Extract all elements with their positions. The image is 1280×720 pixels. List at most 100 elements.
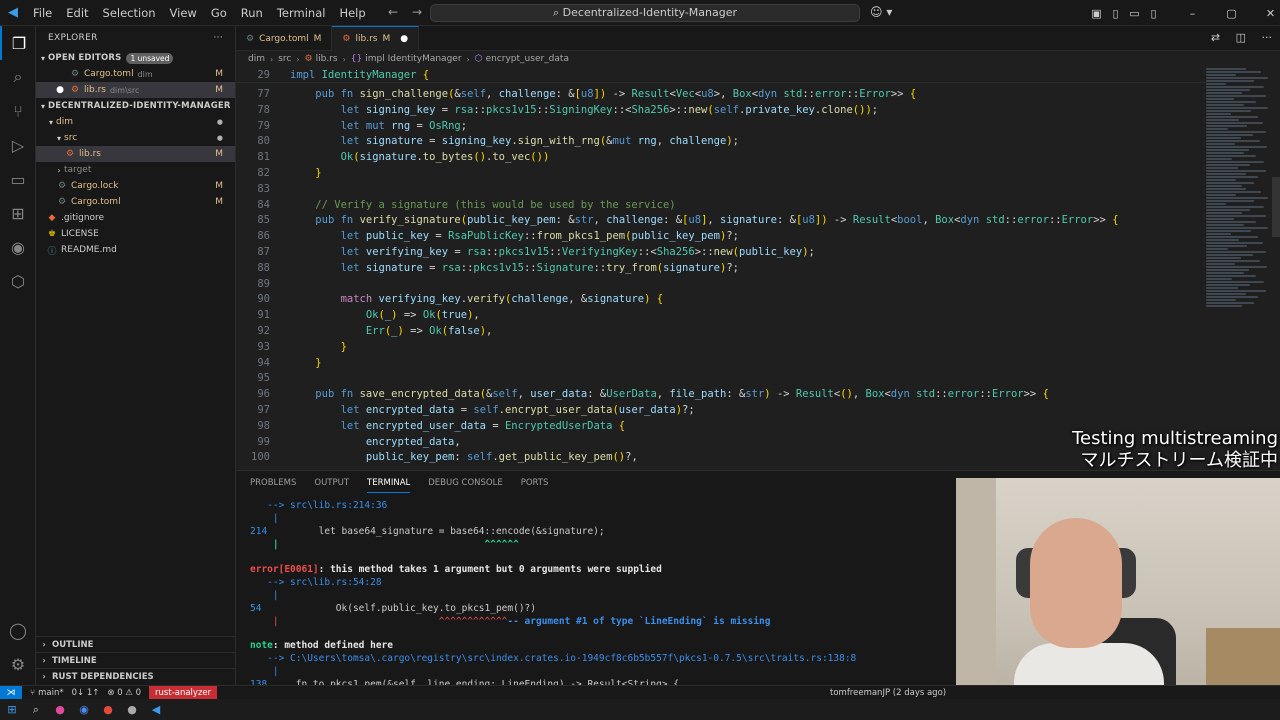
code-line[interactable]: 94 } bbox=[236, 355, 1206, 371]
code-editor[interactable]: 29 impl IdentityManager { 77 pub fn sign_c… bbox=[236, 67, 1280, 467]
code-line[interactable]: 99 encrypted_data, bbox=[236, 434, 1206, 450]
extensions-icon[interactable]: ⊞ bbox=[0, 196, 36, 230]
toggle-panel-icon[interactable]: ▭ bbox=[1125, 7, 1144, 20]
code-line[interactable]: 88 let signature = rsa::pkcs1v15::Signat… bbox=[236, 260, 1206, 276]
chrome-icon[interactable]: ◉ bbox=[72, 703, 96, 716]
tree-file-lib-rs[interactable]: ⚙ lib.rs M bbox=[36, 146, 235, 162]
tree-folder-dim[interactable]: ▾ dim ● bbox=[36, 114, 235, 130]
back-arrow-icon[interactable]: ← bbox=[388, 5, 398, 19]
close-icon[interactable]: ✕ bbox=[1261, 7, 1280, 20]
tree-file-gitignore[interactable]: ◆ .gitignore bbox=[36, 210, 235, 226]
menu-edit[interactable]: Edit bbox=[59, 6, 95, 20]
code-line[interactable]: 81 Ok(signature.to_bytes().to_vec()) bbox=[236, 149, 1206, 165]
code-line[interactable]: 77 pub fn sign_challenge(&self, challeng… bbox=[236, 86, 1206, 102]
github-icon[interactable]: ◉ bbox=[0, 230, 36, 264]
menu-go[interactable]: Go bbox=[204, 6, 234, 20]
manage-gear-icon[interactable]: ⚙ bbox=[0, 647, 36, 681]
command-center-search[interactable]: ⌕ Decentralized-Identity-Manager bbox=[430, 4, 860, 22]
project-section[interactable]: ▾ DECENTRALIZED-IDENTITY-MANAGER bbox=[36, 98, 235, 114]
run-debug-icon[interactable]: ▷ bbox=[0, 128, 36, 162]
code-line[interactable]: 95 bbox=[236, 370, 1206, 386]
outline-section[interactable]: › OUTLINE bbox=[36, 636, 236, 652]
sticky-scroll-line[interactable]: 29 impl IdentityManager { bbox=[236, 67, 1206, 83]
windows-start-icon[interactable]: ⊞ bbox=[0, 703, 24, 716]
open-editor-cargo-toml[interactable]: ⚙ Cargo.toml dim M bbox=[36, 66, 235, 82]
code-line[interactable]: 84 // Verify a signature (this would be … bbox=[236, 197, 1206, 213]
remote-explorer-icon[interactable]: ▭ bbox=[0, 162, 36, 196]
tab-cargo-toml[interactable]: ⚙ Cargo.toml M bbox=[236, 26, 333, 51]
tab-problems[interactable]: PROBLEMS bbox=[250, 474, 296, 492]
unsaved-dot-icon[interactable]: ● bbox=[400, 34, 408, 44]
tab-output[interactable]: OUTPUT bbox=[314, 474, 349, 492]
code-line[interactable]: 85 pub fn verify_signature(public_key_pe… bbox=[236, 212, 1206, 228]
tree-folder-src[interactable]: ▾ src ● bbox=[36, 130, 235, 146]
menu-view[interactable]: View bbox=[163, 6, 204, 20]
breadcrumb-item[interactable]: impl IdentityManager bbox=[365, 54, 461, 64]
code-line[interactable]: 100 public_key_pem: self.get_public_key_… bbox=[236, 449, 1206, 465]
code-line[interactable]: 90 match verifying_key.verify(challenge,… bbox=[236, 291, 1206, 307]
tree-file-license[interactable]: ♚ LICENSE bbox=[36, 226, 235, 242]
remote-indicator-icon[interactable]: ⋊ bbox=[0, 685, 22, 700]
tab-terminal[interactable]: TERMINAL bbox=[367, 474, 411, 493]
code-line[interactable]: 96 pub fn save_encrypted_data(&self, use… bbox=[236, 386, 1206, 402]
rust-analyzer-status[interactable]: rust-analyzer bbox=[149, 685, 218, 700]
menu-file[interactable]: File bbox=[26, 6, 59, 20]
layout-panel-icon[interactable]: ▣ bbox=[1087, 7, 1106, 20]
minimap[interactable] bbox=[1206, 67, 1268, 467]
code-line[interactable]: 91 Ok(_) => Ok(true), bbox=[236, 307, 1206, 323]
taskbar-app-icon[interactable]: ● bbox=[48, 703, 72, 716]
open-changes-icon[interactable]: ⇄ bbox=[1211, 31, 1220, 44]
code-line[interactable]: 93 } bbox=[236, 339, 1206, 355]
copilot-icon[interactable]: ☺ ▾ bbox=[870, 5, 892, 19]
menu-terminal[interactable]: Terminal bbox=[270, 6, 333, 20]
code-line[interactable]: 87 let verifying_key = rsa::pkcs1v15::Ve… bbox=[236, 244, 1206, 260]
tree-file-cargo-toml[interactable]: ⚙ Cargo.toml M bbox=[36, 194, 235, 210]
taskbar-app-icon[interactable]: ● bbox=[120, 703, 144, 716]
code-line[interactable]: 78 let signing_key = rsa::pkcs1v15::Sign… bbox=[236, 102, 1206, 118]
code-line[interactable]: 98 let encrypted_user_data = EncryptedUs… bbox=[236, 418, 1206, 434]
minimize-icon[interactable]: – bbox=[1183, 7, 1202, 20]
code-line[interactable]: 89 bbox=[236, 276, 1206, 292]
code-line[interactable]: 82 } bbox=[236, 165, 1206, 181]
split-editor-icon[interactable]: ◫ bbox=[1236, 31, 1246, 44]
problems-count[interactable]: ⊗ 0 ⚠ 0 bbox=[107, 688, 141, 698]
source-control-icon[interactable]: ⑂ bbox=[0, 94, 36, 128]
branch-name[interactable]: main* bbox=[38, 688, 64, 698]
open-editor-lib-rs[interactable]: ● ⚙ lib.rs dim\src M bbox=[36, 82, 235, 98]
editor-scrollbar[interactable] bbox=[1272, 177, 1280, 237]
tab-debug-console[interactable]: DEBUG CONSOLE bbox=[428, 474, 502, 492]
maximize-icon[interactable]: ▢ bbox=[1222, 7, 1241, 20]
timeline-section[interactable]: › TIMELINE bbox=[36, 652, 236, 668]
git-blame[interactable]: tomfreemanJP (2 days ago) bbox=[830, 688, 946, 698]
taskbar-app-icon[interactable]: ● bbox=[96, 703, 120, 716]
sync-status[interactable]: 0↓ 1↑ bbox=[72, 688, 100, 698]
vscode-taskbar-icon[interactable]: ◀ bbox=[144, 703, 168, 716]
account-icon[interactable]: ◯ bbox=[0, 613, 36, 647]
breadcrumb-item[interactable]: lib.rs bbox=[316, 54, 338, 64]
tab-ports[interactable]: PORTS bbox=[521, 474, 549, 492]
open-editors-section[interactable]: ▾ OPEN EDITORS 1 unsaved bbox=[36, 50, 235, 66]
tree-folder-target[interactable]: › target bbox=[36, 162, 235, 178]
breadcrumb-item[interactable]: src bbox=[278, 54, 291, 64]
menu-run[interactable]: Run bbox=[234, 6, 270, 20]
forward-arrow-icon[interactable]: → bbox=[412, 5, 422, 19]
breadcrumb-item[interactable]: dim bbox=[248, 54, 265, 64]
breadcrumb-item[interactable]: encrypt_user_data bbox=[486, 54, 569, 64]
rust-dependencies-section[interactable]: › RUST DEPENDENCIES bbox=[36, 668, 236, 684]
more-actions-icon[interactable]: ··· bbox=[214, 33, 223, 43]
code-line[interactable]: 92 Err(_) => Ok(false), bbox=[236, 323, 1206, 339]
toggle-sidebar-icon[interactable]: ▯ bbox=[1106, 7, 1125, 20]
code-line[interactable]: 79 let mut rng = OsRng; bbox=[236, 118, 1206, 134]
terminal-output[interactable]: --> src\lib.rs:214:36 | 214 let base64_s… bbox=[250, 495, 950, 690]
code-line[interactable]: 80 let signature = signing_key.sign_with… bbox=[236, 133, 1206, 149]
unsaved-dot-icon[interactable]: ● bbox=[54, 85, 66, 95]
tree-file-cargo-lock[interactable]: ⚙ Cargo.lock M bbox=[36, 178, 235, 194]
docker-icon[interactable]: ⬡ bbox=[0, 264, 36, 298]
search-view-icon[interactable]: ⌕ bbox=[0, 60, 36, 94]
tree-file-readme[interactable]: ⓘ README.md bbox=[36, 242, 235, 258]
explorer-icon[interactable]: ❐ bbox=[0, 26, 36, 60]
menu-selection[interactable]: Selection bbox=[96, 6, 163, 20]
toggle-secondary-sidebar-icon[interactable]: ▯ bbox=[1144, 7, 1163, 20]
code-line[interactable]: 83 bbox=[236, 181, 1206, 197]
code-line[interactable]: 86 let public_key = RsaPublicKey::from_p… bbox=[236, 228, 1206, 244]
